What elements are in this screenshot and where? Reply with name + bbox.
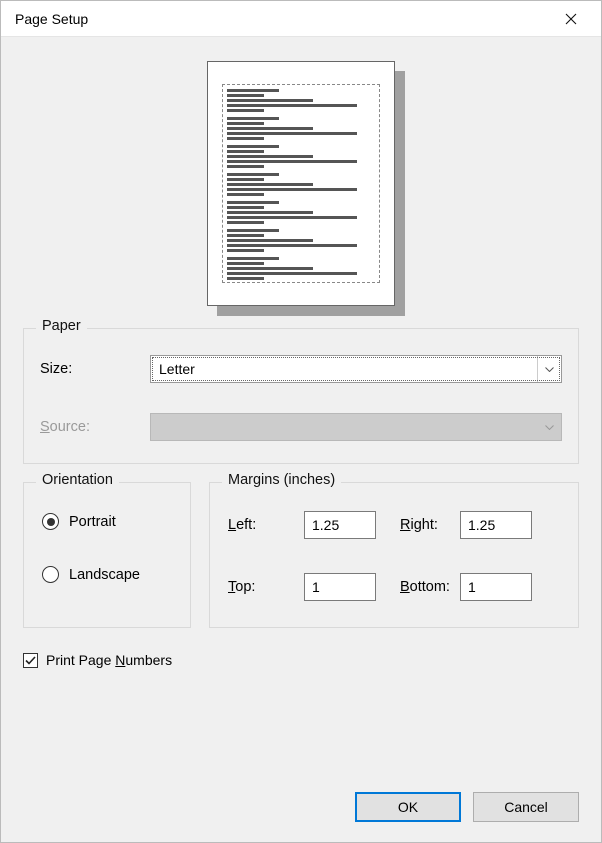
page-setup-dialog: Page Setup [0,0,602,843]
radio-icon [42,566,59,583]
print-page-numbers-checkbox[interactable]: Print Page Numbers [23,652,579,668]
checkbox-icon [23,653,38,668]
size-label: Size: [40,361,150,377]
page-preview-area [23,51,579,328]
dialog-content: Paper Size: Letter Source: [1,37,601,842]
size-combo[interactable]: Letter [150,355,562,383]
print-page-numbers-label: Print Page Numbers [46,652,172,668]
chevron-down-icon [537,414,561,440]
landscape-label: Landscape [69,567,140,583]
ok-button[interactable]: OK [355,792,461,822]
bottom-input[interactable] [460,573,532,601]
bottom-label: Bottom: [382,579,460,595]
dialog-title: Page Setup [15,11,88,27]
top-input[interactable] [304,573,376,601]
paper-legend: Paper [36,318,87,334]
portrait-label: Portrait [69,514,116,530]
right-input[interactable] [460,511,532,539]
titlebar: Page Setup [1,1,601,37]
left-input[interactable] [304,511,376,539]
top-label: Top: [228,579,304,595]
paper-group: Paper Size: Letter Source: [23,328,579,464]
page-preview [207,61,395,306]
margins-group: Margins (inches) Left: Right: Top: Botto… [209,482,579,628]
size-value: Letter [151,361,537,377]
margins-legend: Margins (inches) [222,472,341,488]
portrait-radio[interactable]: Portrait [42,513,172,530]
close-icon [565,13,577,25]
source-combo [150,413,562,441]
orientation-legend: Orientation [36,472,119,488]
orientation-group: Orientation Portrait Landscape [23,482,191,628]
right-label: Right: [382,517,460,533]
close-button[interactable] [549,1,593,36]
dialog-buttons: OK Cancel [23,792,579,822]
landscape-radio[interactable]: Landscape [42,566,172,583]
source-label: Source: [40,419,150,435]
left-label: Left: [228,517,304,533]
chevron-down-icon [537,356,561,382]
cancel-button[interactable]: Cancel [473,792,579,822]
radio-icon [42,513,59,530]
